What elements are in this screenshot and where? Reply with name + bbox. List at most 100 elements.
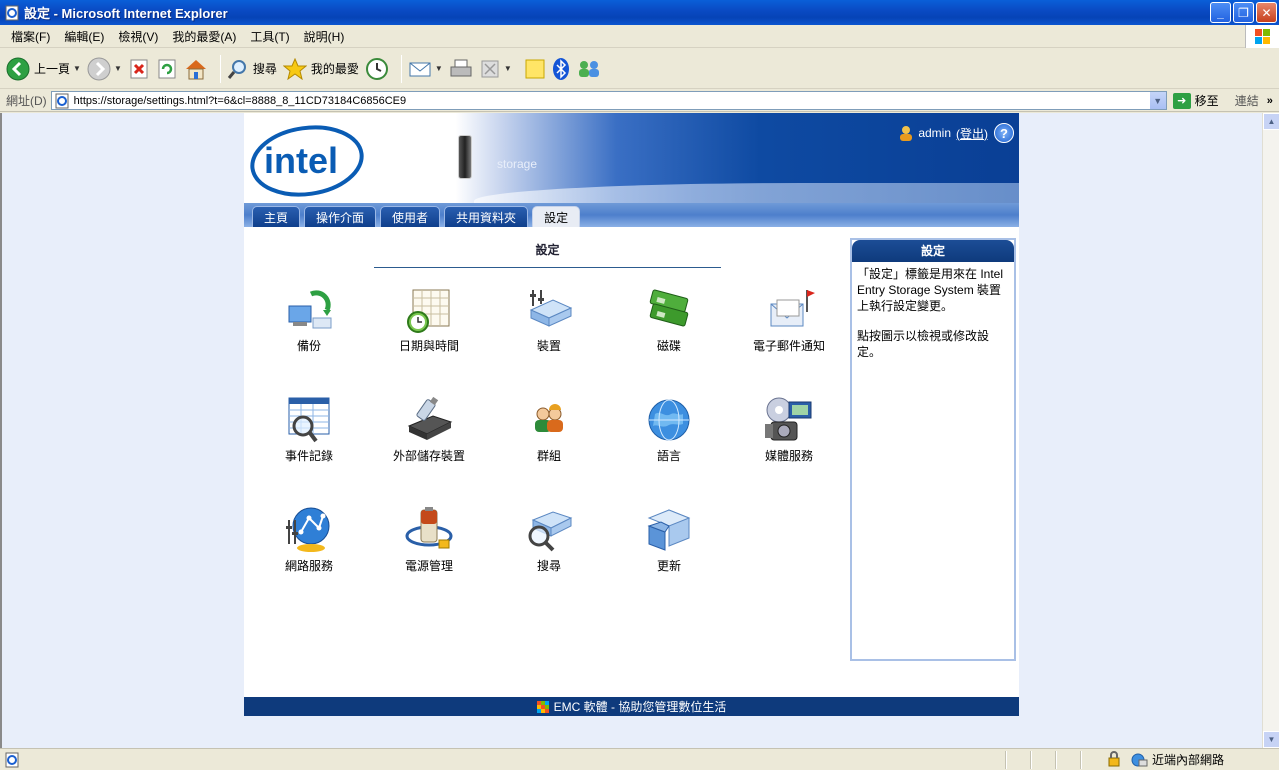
group-icon bbox=[535, 404, 563, 432]
favorites-button[interactable]: 我的最愛 bbox=[282, 57, 359, 80]
settings-item-date-time[interactable]: 日期與時間 bbox=[379, 286, 479, 354]
close-button[interactable]: ✕ bbox=[1256, 2, 1277, 23]
status-segment bbox=[1005, 751, 1007, 769]
menu-edit[interactable]: 編輯(E) bbox=[57, 28, 111, 45]
settings-item-label: 更新 bbox=[656, 559, 681, 573]
settings-item-disk[interactable]: 磁碟 bbox=[619, 286, 719, 354]
back-button[interactable]: 上一頁 ▼ bbox=[6, 57, 81, 81]
settings-item-label: 磁碟 bbox=[656, 339, 681, 353]
go-arrow-icon: ➜ bbox=[1172, 92, 1191, 109]
home-button[interactable] bbox=[184, 58, 208, 80]
edit-dropdown-icon[interactable]: ▼ bbox=[504, 64, 512, 73]
print-button[interactable] bbox=[449, 58, 473, 80]
settings-item-group[interactable]: 群組 bbox=[499, 396, 599, 464]
address-dropdown-icon[interactable]: ▼ bbox=[1148, 92, 1166, 109]
links-label[interactable]: 連結 bbox=[1235, 92, 1259, 109]
restore-button[interactable]: ❐ bbox=[1233, 2, 1254, 23]
settings-item-update[interactable]: 更新 bbox=[619, 506, 719, 574]
messenger-button[interactable] bbox=[576, 58, 602, 80]
scroll-down-icon[interactable]: ▼ bbox=[1263, 731, 1279, 748]
logout-link[interactable]: (登出) bbox=[956, 125, 988, 142]
go-button[interactable]: ➜ 移至 bbox=[1172, 92, 1219, 109]
mail-dropdown-icon[interactable]: ▼ bbox=[435, 64, 443, 73]
address-url: https://storage/settings.html?t=6&cl=888… bbox=[73, 94, 407, 107]
tab-shared-folders[interactable]: 共用資料夾 bbox=[444, 206, 529, 227]
scroll-up-icon[interactable]: ▲ bbox=[1263, 113, 1279, 130]
settings-item-power-management[interactable]: 電源管理 bbox=[379, 506, 479, 574]
tab-users[interactable]: 使用者 bbox=[380, 206, 441, 227]
search-button[interactable]: 搜尋 bbox=[227, 58, 277, 80]
settings-item-device[interactable]: 裝置 bbox=[499, 286, 599, 354]
settings-item-label: 電源管理 bbox=[404, 559, 453, 573]
stop-button[interactable] bbox=[128, 58, 150, 80]
settings-item-label: 裝置 bbox=[536, 339, 561, 353]
disk-icon bbox=[649, 289, 689, 327]
star-icon bbox=[282, 57, 307, 80]
nav-tabs: 主頁 操作介面 使用者 共用資料夾 設定 bbox=[244, 206, 584, 227]
intel-logo: intel bbox=[250, 125, 364, 197]
tab-interface[interactable]: 操作介面 bbox=[304, 206, 377, 227]
window-title: 設定 - Microsoft Internet Explorer bbox=[24, 6, 228, 21]
settings-item-media-service[interactable]: 媒體服務 bbox=[739, 396, 839, 464]
settings-item-external-storage[interactable]: 外部儲存裝置 bbox=[379, 396, 479, 464]
tab-home[interactable]: 主頁 bbox=[252, 206, 301, 227]
address-input[interactable]: https://storage/settings.html?t=6&cl=888… bbox=[50, 91, 1167, 110]
settings-item-search[interactable]: 搜尋 bbox=[499, 506, 599, 574]
menu-tools[interactable]: 工具(T) bbox=[243, 28, 296, 45]
toolbar: 上一頁 ▼ ▼ 搜尋 我的最愛 ▼ ▼ bbox=[0, 49, 1279, 89]
vertical-scrollbar[interactable]: ▲ ▼ bbox=[1262, 113, 1279, 748]
intranet-zone-icon bbox=[1131, 753, 1148, 766]
settings-item-email-notification[interactable]: 電子郵件通知 bbox=[739, 286, 839, 354]
event-log-icon bbox=[288, 397, 330, 443]
emc-logo-icon bbox=[536, 700, 549, 713]
bluetooth-button[interactable] bbox=[552, 57, 570, 81]
settings-item-event-log[interactable]: 事件記錄 bbox=[259, 396, 359, 464]
refresh-button[interactable] bbox=[156, 58, 178, 80]
history-icon bbox=[365, 57, 388, 80]
ie-page-icon bbox=[5, 5, 19, 20]
battery-icon bbox=[405, 507, 453, 549]
user-icon bbox=[900, 126, 913, 141]
tab-settings[interactable]: 設定 bbox=[532, 206, 581, 227]
menu-file[interactable]: 檔案(F) bbox=[4, 28, 57, 45]
help-panel: 設定 「設定」標籤是用來在 Intel Entry Storage System… bbox=[850, 238, 1016, 661]
section-divider bbox=[374, 267, 721, 268]
settings-item-language[interactable]: 語言 bbox=[619, 396, 719, 464]
settings-item-label: 群組 bbox=[536, 449, 561, 463]
menu-help[interactable]: 說明(H) bbox=[297, 28, 352, 45]
calendar-clock-icon bbox=[407, 289, 450, 333]
device-name: storage bbox=[497, 157, 538, 171]
mail-icon bbox=[409, 62, 431, 76]
username: admin bbox=[918, 126, 951, 140]
forward-dropdown-icon[interactable]: ▼ bbox=[114, 64, 122, 73]
search-icon bbox=[528, 511, 573, 552]
settings-item-label: 電子郵件通知 bbox=[752, 339, 825, 353]
settings-item-label: 事件記錄 bbox=[284, 449, 333, 463]
minimize-button[interactable]: _ bbox=[1210, 2, 1231, 23]
settings-item-label: 外部儲存裝置 bbox=[392, 449, 465, 463]
back-dropdown-icon[interactable]: ▼ bbox=[73, 64, 81, 73]
nav-bar: 主頁 操作介面 使用者 共用資料夾 設定 bbox=[244, 203, 1019, 227]
windows-flag-icon bbox=[1255, 29, 1270, 44]
address-label: 網址(D) bbox=[6, 94, 47, 108]
settings-item-label: 網路服務 bbox=[284, 559, 333, 573]
settings-item-network-service[interactable]: 網路服務 bbox=[259, 506, 359, 574]
chevron-right-icon[interactable]: » bbox=[1267, 95, 1273, 107]
bluetooth-icon bbox=[552, 57, 569, 80]
edit-button[interactable]: ▼ bbox=[479, 58, 512, 80]
help-icon[interactable]: ? bbox=[994, 123, 1014, 143]
network-icon bbox=[286, 507, 330, 552]
menu-view[interactable]: 檢視(V) bbox=[111, 28, 165, 45]
back-label: 上一頁 bbox=[34, 62, 71, 76]
settings-item-backup[interactable]: 備份 bbox=[259, 286, 359, 354]
history-button[interactable] bbox=[365, 57, 389, 81]
mail-button[interactable]: ▼ bbox=[408, 58, 443, 80]
forward-button[interactable]: ▼ bbox=[87, 57, 122, 81]
menu-favorites[interactable]: 我的最愛(A) bbox=[165, 28, 243, 45]
settings-item-label: 備份 bbox=[296, 339, 321, 353]
note-button[interactable] bbox=[524, 58, 546, 80]
media-icon bbox=[765, 397, 812, 441]
email-notification-icon bbox=[770, 290, 815, 327]
storage-device-icon bbox=[458, 135, 472, 179]
go-label: 移至 bbox=[1194, 94, 1219, 108]
